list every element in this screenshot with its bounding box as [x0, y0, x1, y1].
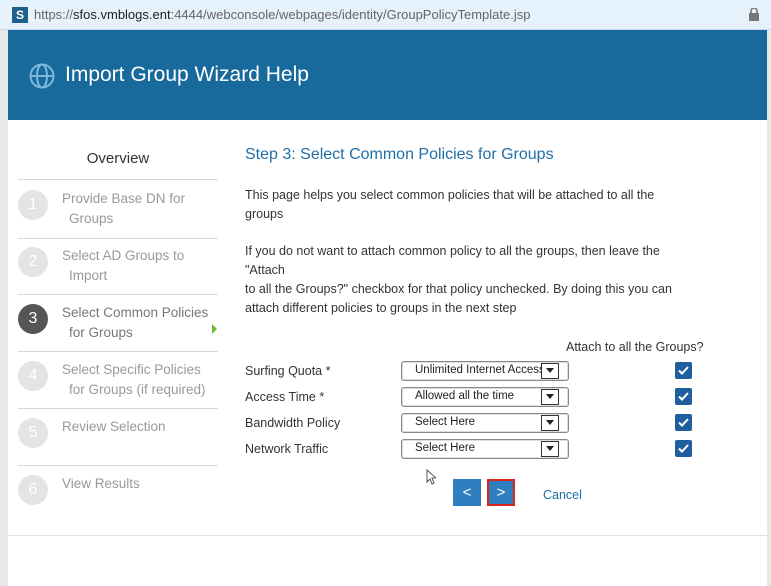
wizard-step-2[interactable]: 2 Select AD Groups to Import	[18, 237, 218, 293]
wizard-step-6[interactable]: 6 View Results	[18, 465, 218, 521]
step-label: Provide Base DN for Groups	[62, 189, 212, 229]
intro-line: This page helps you select common polici…	[245, 188, 655, 202]
instructions-line: attach different policies to groups in t…	[245, 301, 517, 315]
globe-icon	[29, 63, 55, 89]
active-step-arrow-icon	[212, 324, 217, 334]
wizard-header: Import Group Wizard Help	[8, 30, 767, 120]
chevron-down-icon[interactable]	[541, 363, 559, 379]
bandwidth-policy-select[interactable]: Select Here	[401, 413, 569, 433]
footer-divider	[8, 535, 767, 536]
intro-line: groups	[245, 207, 284, 221]
attach-column-header: Attach to all the Groups?	[566, 340, 704, 354]
instructions-paragraph: If you do not want to attach common poli…	[245, 242, 705, 318]
url-path: :4444/webconsole/webpages/identity/Group…	[170, 7, 531, 22]
network-traffic-attach-checkbox[interactable]	[675, 440, 692, 457]
step-label-line1: Provide Base DN for	[62, 191, 186, 206]
step-label-line2: for Groups	[69, 325, 133, 340]
step-number-badge: 1	[18, 190, 48, 220]
bandwidth-policy-attach-checkbox[interactable]	[675, 414, 692, 431]
access-time-label: Access Time *	[245, 390, 325, 404]
chevron-down-icon[interactable]	[541, 389, 559, 405]
overview-heading: Overview	[86, 150, 150, 167]
page-title: Import Group Wizard Help	[65, 63, 309, 86]
checkmark-icon	[678, 366, 689, 375]
step-label: Select Common Policies for Groups	[62, 303, 212, 343]
chevron-down-icon[interactable]	[541, 415, 559, 431]
url-host: sfos.vmblogs.ent	[73, 7, 171, 22]
wizard-step-5[interactable]: 5 Review Selection	[18, 408, 218, 464]
step-label: Select AD Groups to Import	[62, 246, 212, 286]
checkmark-icon	[678, 392, 689, 401]
step-label-line1: Review Selection	[62, 419, 166, 434]
address-bar[interactable]: S https://sfos.vmblogs.ent:4444/webconso…	[0, 0, 771, 30]
previous-button[interactable]: <	[453, 479, 481, 506]
select-value: Unlimited Internet Access	[415, 364, 542, 376]
wizard-step-3[interactable]: 3 Select Common Policies for Groups	[18, 294, 218, 350]
url-text[interactable]: https://sfos.vmblogs.ent:4444/webconsole…	[34, 7, 530, 22]
site-favicon-icon: S	[12, 7, 28, 23]
step-label: Select Specific Policies for Groups (if r…	[62, 360, 212, 400]
lock-icon	[749, 8, 759, 21]
access-time-attach-checkbox[interactable]	[675, 388, 692, 405]
next-button[interactable]: >	[487, 479, 515, 506]
wizard-step-4[interactable]: 4 Select Specific Policies for Groups (if…	[18, 351, 218, 407]
surfing-quota-select[interactable]: Unlimited Internet Access	[401, 361, 569, 381]
select-value: Allowed all the time	[415, 390, 515, 402]
mouse-cursor-icon	[426, 469, 436, 485]
step-number-badge: 3	[18, 304, 48, 334]
cancel-link[interactable]: Cancel	[543, 488, 582, 502]
checkmark-icon	[678, 444, 689, 453]
surfing-quota-attach-checkbox[interactable]	[675, 362, 692, 379]
step-label-line1: Select AD Groups to	[62, 248, 185, 263]
step-number-badge: 4	[18, 361, 48, 391]
step-label-line2: for Groups (if required)	[69, 382, 206, 397]
surfing-quota-label: Surfing Quota *	[245, 364, 331, 378]
network-traffic-label: Network Traffic	[245, 442, 329, 456]
instructions-line: to all the Groups?" checkbox for that po…	[245, 282, 672, 296]
step-label: Review Selection	[62, 417, 212, 437]
select-value: Select Here	[415, 442, 476, 454]
chevron-down-icon[interactable]	[541, 441, 559, 457]
wizard-step-1[interactable]: 1 Provide Base DN for Groups	[18, 180, 218, 236]
instructions-line: "Attach	[245, 263, 285, 277]
url-prefix: https://	[34, 7, 74, 22]
step-label-line1: Select Specific Policies	[62, 362, 201, 377]
step-label-line2: Import	[69, 268, 108, 283]
checkmark-icon	[678, 418, 689, 427]
step-title: Step 3: Select Common Policies for Group…	[245, 146, 554, 163]
step-number-badge: 2	[18, 247, 48, 277]
step-number-badge: 6	[18, 475, 48, 505]
step-number-badge: 5	[18, 418, 48, 448]
step-label: View Results	[62, 474, 212, 494]
access-time-select[interactable]: Allowed all the time	[401, 387, 569, 407]
instructions-line: If you do not want to attach common poli…	[245, 244, 660, 258]
step-label-line1: View Results	[62, 476, 140, 491]
step-label-line1: Select Common Policies	[62, 305, 209, 320]
step-label-line2: Groups	[69, 211, 114, 226]
select-value: Select Here	[415, 416, 476, 428]
network-traffic-select[interactable]: Select Here	[401, 439, 569, 459]
intro-paragraph: This page helps you select common polici…	[245, 186, 705, 224]
bandwidth-policy-label: Bandwidth Policy	[245, 416, 341, 430]
